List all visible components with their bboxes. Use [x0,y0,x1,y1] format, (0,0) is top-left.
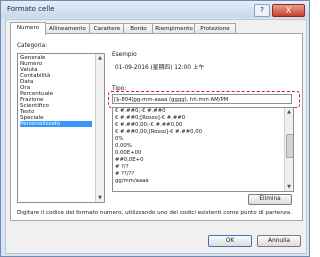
format-item[interactable]: # ?/? [115,164,129,171]
dialog-body: Numero Allineamento Carattere Bordo Riem… [5,19,307,254]
title-bar: Formato celle ? X [1,1,309,18]
highlight-annotation [108,91,300,108]
format-item[interactable]: 0.00% [115,143,132,150]
sample-value: 01-09-2016 (星期四) 12:00 上午 [115,65,205,71]
tab-page-numero: Categoria: Generale Numero Valuta Contab… [10,33,303,221]
sample-label: Esempio [112,52,137,58]
sample-box: 01-09-2016 (星期四) 12:00 上午 [111,60,291,71]
close-button[interactable]: X [272,4,305,17]
ok-button[interactable]: OK [208,235,252,247]
delete-button[interactable]: Elimina [248,194,292,205]
format-code-list[interactable]: € #.##0;-€ #.##0 € #.##0;[Rosso]-€ #.##0… [112,107,294,192]
scroll-up-icon[interactable]: ▲ [285,108,293,116]
format-scrollbar[interactable]: ▲ ▼ [284,108,293,191]
format-item[interactable]: € #.##0,00;-€ #.##0,00 [115,122,182,129]
category-label: Categoria: [17,43,48,49]
category-item-selected[interactable]: Personalizzato [20,121,92,127]
scroll-up-icon[interactable]: ▲ [96,54,104,62]
format-item[interactable]: € #.##0;[Rosso]-€ #.##0 [115,115,185,122]
category-list[interactable]: Generale Numero Valuta Contabilità Data … [17,53,105,203]
dialog-title: Formato celle [7,5,55,13]
format-cells-dialog: Formato celle ? X Numero Allineamento Ca… [0,0,310,257]
tab-numero[interactable]: Numero [10,22,46,35]
format-item[interactable]: 0.00E+00 [115,150,141,157]
category-scrollbar[interactable]: ▲ ▼ [95,54,104,202]
help-button[interactable]: ? [254,4,270,17]
scroll-down-icon[interactable]: ▼ [96,194,104,202]
scroll-down-icon[interactable]: ▼ [285,183,293,191]
format-item[interactable]: € #.##0,00;[Rosso]-€ #.##0,00 [115,129,202,136]
format-item[interactable]: # ??/?? [115,171,134,178]
description-text: Digitare il codice del formato numero, u… [17,210,292,216]
cancel-button[interactable]: Annulla [257,235,301,247]
format-item[interactable]: 0% [115,136,123,143]
format-item[interactable]: ##0,0E+0 [115,157,143,164]
format-item[interactable]: € #.##0;-€ #.##0 [115,108,166,115]
scroll-thumb[interactable] [286,134,293,158]
format-item[interactable]: gg/mm/aaaa [115,178,149,185]
